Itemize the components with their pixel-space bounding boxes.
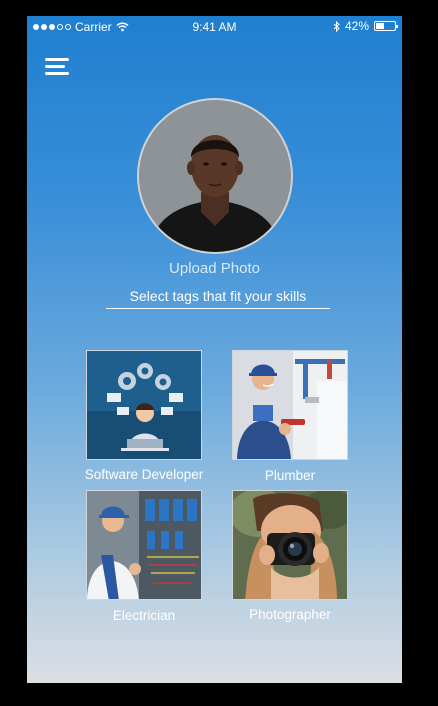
plumber-image bbox=[233, 351, 347, 459]
menu-icon[interactable] bbox=[45, 58, 69, 76]
upload-photo-link[interactable]: Upload Photo bbox=[27, 260, 402, 277]
phone-screen: Carrier 9:41 AM 42% Upload Photo Select … bbox=[27, 16, 402, 683]
bluetooth-icon bbox=[333, 20, 340, 32]
profile-photo[interactable] bbox=[137, 98, 293, 254]
status-bar: Carrier 9:41 AM 42% bbox=[27, 16, 402, 38]
battery-percent: 42% bbox=[344, 19, 369, 33]
electrician-image bbox=[87, 491, 201, 599]
tags-prompt: Select tags that fit your skills bbox=[106, 288, 330, 309]
tag-plumber[interactable] bbox=[232, 350, 348, 460]
tag-software-developer[interactable] bbox=[86, 350, 202, 460]
tag-label-electrician: Electrician bbox=[112, 608, 176, 623]
tag-label-software-developer: Software Developer bbox=[84, 467, 204, 482]
photographer-image bbox=[233, 491, 347, 599]
software-developer-image bbox=[87, 351, 201, 459]
tag-electrician[interactable] bbox=[86, 490, 202, 600]
tag-label-plumber: Plumber bbox=[264, 468, 316, 483]
tag-label-photographer: Photographer bbox=[249, 607, 331, 622]
battery-icon bbox=[374, 21, 398, 31]
tag-photographer[interactable] bbox=[232, 490, 348, 600]
profile-photo-image bbox=[139, 100, 291, 252]
